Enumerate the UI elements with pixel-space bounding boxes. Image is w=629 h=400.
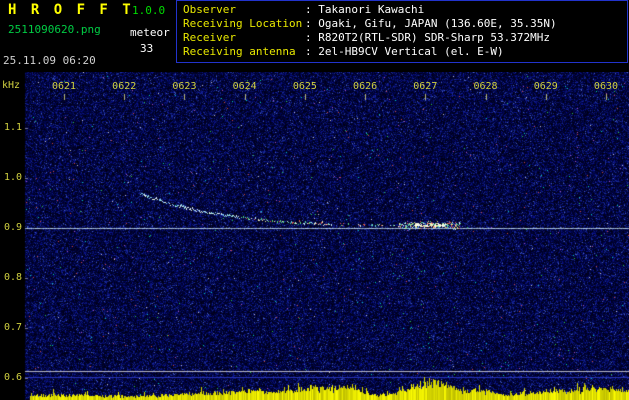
spectrogram-panel: kHz 0621 0622 0623 0624 0625 0626 0627 0628 0629… xyxy=(0,72,629,400)
freq-tick-label: 0.7 xyxy=(3,322,22,333)
output-filename: 2511090620.png xyxy=(8,23,101,36)
freq-tick-label: 0.6 xyxy=(3,372,22,383)
time-tick-label: 0621 xyxy=(51,81,77,92)
time-tick-label: 0625 xyxy=(292,81,317,92)
info-value: : 2el-HB9CV Vertical (el. E-W) xyxy=(305,45,504,58)
meteor-count: 33 xyxy=(140,42,154,55)
freq-tick-label: 1.0 xyxy=(3,172,22,183)
freq-tick-label: 1.1 xyxy=(3,122,22,133)
app-title: H R O F F T xyxy=(8,2,134,18)
spectrogram-canvas xyxy=(0,72,629,400)
time-tick-label: 0622 xyxy=(112,81,137,92)
mode-label: meteor xyxy=(130,26,170,39)
info-label: Receiving antenna xyxy=(183,45,296,58)
info-value: : R820T2(RTL-SDR) SDR-Sharp 53.372MHz xyxy=(305,31,551,44)
freq-tick-label: 0.8 xyxy=(3,272,22,283)
time-tick-label: 0629 xyxy=(533,81,558,92)
info-label: Receiver xyxy=(183,31,236,44)
freq-axis-unit: kHz xyxy=(2,80,21,91)
info-row-observer: Observer : Takanori Kawachi xyxy=(183,3,627,17)
time-tick-label: 0630 xyxy=(593,81,619,92)
info-row-receiver: Receiver : R820T2(RTL-SDR) SDR-Sharp 53.3… xyxy=(183,31,627,45)
info-value: : Ogaki, Gifu, JAPAN (136.60E, 35.35N) xyxy=(305,17,557,30)
hrofft-screen: H R O F F T 1.0.0 2511090620.png meteor … xyxy=(0,0,629,400)
time-tick-label: 0628 xyxy=(473,81,498,92)
header: H R O F F T 1.0.0 2511090620.png meteor … xyxy=(0,0,629,72)
app-version: 1.0.0 xyxy=(132,4,166,17)
time-tick-label: 0627 xyxy=(413,81,438,92)
time-tick-label: 0623 xyxy=(172,81,197,92)
info-value: : Takanori Kawachi xyxy=(305,3,425,16)
info-row-antenna: Receiving antenna : 2el-HB9CV Vertical (e… xyxy=(183,45,627,59)
info-row-location: Receiving Location: Ogaki, Gifu, JAPAN (… xyxy=(183,17,627,31)
time-tick-label: 0626 xyxy=(353,81,378,92)
observer-info-panel: Observer : Takanori Kawachi Receiving Loc… xyxy=(176,0,628,63)
timestamp: 25.11.09 06:20 xyxy=(3,54,96,67)
info-label: Receiving Location xyxy=(183,17,303,30)
freq-tick-label: 0.9 xyxy=(3,222,22,233)
info-label: Observer xyxy=(183,3,236,16)
time-tick-label: 0624 xyxy=(232,81,257,92)
